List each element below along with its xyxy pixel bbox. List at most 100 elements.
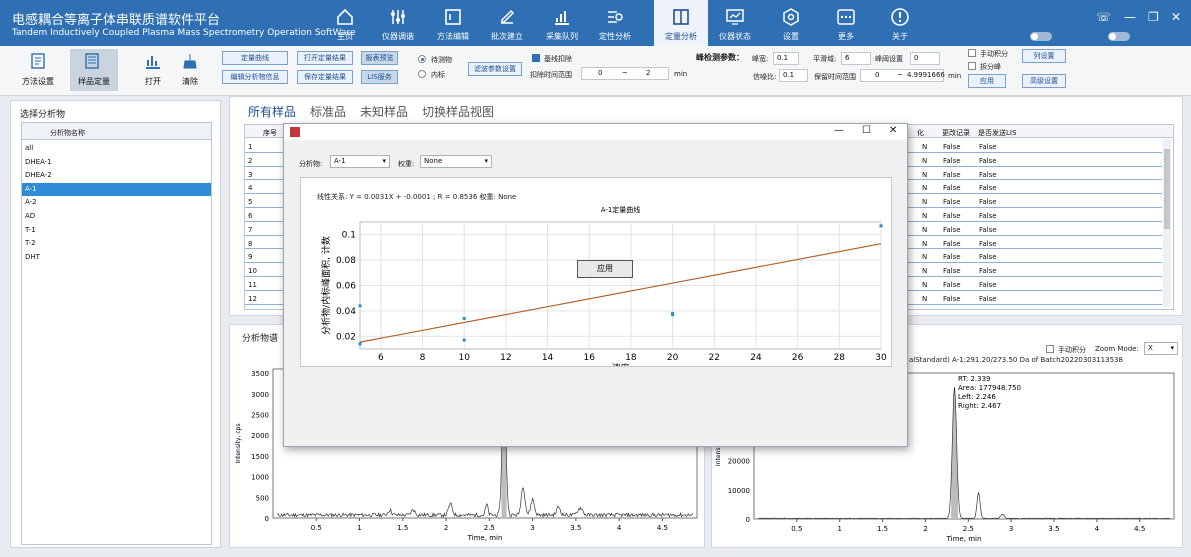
analyte-panel-title: 选择分析物	[20, 110, 66, 120]
baseline-label: 基线扣除	[544, 55, 572, 63]
regression-info: 线性关系: Y = 0.0031X + -0.0001 ; R = 0.8536…	[317, 193, 517, 201]
analyte-item[interactable]: DHEA-2	[22, 169, 211, 182]
x-tick-label: 3	[1009, 525, 1013, 533]
x-tick-label: 4.5	[657, 524, 668, 532]
table-scrollbar[interactable]	[1163, 139, 1171, 307]
analyte-item-label: A-2	[25, 198, 37, 207]
dialog-titlebar	[284, 124, 907, 140]
report-preview-button[interactable]: 报表预览	[361, 51, 398, 65]
y-tick-label: 1500	[251, 453, 269, 461]
home-icon	[337, 8, 353, 25]
manual-integration-right-checkbox[interactable]	[1046, 345, 1054, 353]
qualitative-search-icon	[608, 11, 623, 23]
curve-button[interactable]: 定量曲线	[222, 51, 288, 65]
tab-2[interactable]: 未知样品	[360, 103, 408, 120]
analyte-item[interactable]: T-1	[22, 224, 211, 237]
zoom-mode-select[interactable]: X	[1144, 342, 1178, 355]
row-hidden: N	[922, 198, 928, 207]
exclude-range-field[interactable]: 0 ~ 2	[581, 67, 669, 80]
filter-settings-button[interactable]: 滤波参数设置	[468, 62, 522, 76]
x-tick-label: 4	[1095, 525, 1100, 533]
dialog-maximize-icon[interactable]: ☐	[862, 125, 871, 136]
close-icon[interactable]: ✕	[1171, 10, 1181, 24]
nav-more-dots-button[interactable]: 更多	[819, 0, 873, 46]
data-point	[671, 313, 675, 317]
analyte-item[interactable]: A-2	[22, 196, 211, 209]
chart-title: A-1定量曲线	[601, 205, 641, 214]
nav-monitor-chart-button[interactable]: 仪器状态	[708, 0, 762, 46]
nav-quantitative-book-button[interactable]: 定量分析	[654, 0, 708, 46]
language-toggle[interactable]	[1108, 32, 1130, 41]
nav-label: 设置	[783, 32, 799, 41]
radio-internal[interactable]	[418, 70, 426, 78]
row-number: 5	[248, 198, 253, 207]
x-tick-label: 8	[420, 353, 426, 363]
nav-tuning-sliders-button[interactable]: 仪器调谐	[371, 0, 425, 46]
row-number: 10	[248, 267, 257, 276]
method-settings-button[interactable]: 方法设置	[16, 49, 60, 91]
queue-bar-icon	[555, 11, 569, 25]
lis-service-button[interactable]: LIS服务	[361, 70, 398, 84]
row-lis: False	[979, 294, 997, 303]
save-result-button[interactable]: 保存定量结果	[297, 70, 353, 84]
dialog-minimize-icon[interactable]: —	[834, 125, 844, 136]
exclude-range-label: 扣除时间范围	[530, 71, 572, 79]
edit-analyte-button[interactable]: 编辑分析物信息	[222, 70, 288, 84]
threshold-input[interactable]: 0	[910, 52, 940, 65]
manual-integration-checkbox[interactable]	[968, 49, 976, 57]
radio-analyte[interactable]	[418, 55, 426, 63]
analyte-item[interactable]: A-1	[22, 182, 211, 196]
nav-label: 定性分析	[599, 32, 631, 41]
tab-0[interactable]: 所有样品	[248, 103, 296, 120]
tab-3[interactable]: 切换样品视图	[422, 103, 494, 120]
nav-home-button[interactable]: 主页	[318, 0, 372, 46]
calibration-chart[interactable]: A-1定量曲线 6 8 10 12 14 16 18 20 22 24 26 28 30 0.02 0.04 0…	[301, 202, 891, 366]
method-edit-icon	[445, 9, 461, 25]
sn-input[interactable]: 0.1	[779, 69, 808, 82]
analyte-item[interactable]: AD	[22, 210, 211, 223]
column-settings-button[interactable]: 列设置	[1022, 49, 1066, 63]
analyte-item[interactable]: DHEA-1	[22, 156, 211, 169]
split-peak-checkbox[interactable]	[968, 62, 976, 70]
theme-toggle[interactable]	[1030, 32, 1052, 41]
x-tick-label: 18	[625, 353, 637, 363]
analyte-item[interactable]: all	[22, 142, 211, 155]
analyte-item[interactable]: T-2	[22, 237, 211, 250]
apply-button[interactable]: 应用	[968, 74, 1006, 88]
nav-batch-edit-button[interactable]: 批次建立	[480, 0, 534, 46]
y-tick-label: 2500	[251, 412, 269, 420]
advanced-settings-button[interactable]: 高级设置	[1022, 74, 1066, 88]
row-lis: False	[979, 198, 997, 207]
sample-quant-button[interactable]: 样品定量	[70, 49, 118, 91]
info-icon	[891, 8, 909, 26]
peak-width-input[interactable]: 0.1	[773, 52, 799, 65]
dialog-analyte-select[interactable]: A-1	[330, 155, 390, 168]
dialog-weight-select[interactable]: None	[420, 155, 492, 168]
dialog-close-icon[interactable]: ✕	[889, 125, 897, 136]
quantitative-book-icon	[673, 9, 689, 25]
rt-range-field[interactable]: 0 ~ 4.9991666	[860, 69, 945, 82]
nav-queue-bar-button[interactable]: 采集队列	[535, 0, 589, 46]
smooth-input[interactable]: 6	[841, 52, 871, 65]
nav-method-edit-button[interactable]: 方法编辑	[426, 0, 480, 46]
minimize-icon[interactable]: —	[1124, 10, 1136, 24]
nav-qualitative-search-button[interactable]: 定性分析	[588, 0, 642, 46]
analyte-item[interactable]: DHT	[22, 251, 211, 264]
baseline-checkbox[interactable]	[532, 54, 540, 62]
row-change: False	[943, 281, 961, 289]
y-tick-label: 10000	[728, 487, 750, 495]
radio-internal-label: 内标	[431, 71, 445, 79]
tab-1[interactable]: 标准品	[310, 103, 346, 120]
open-result-button[interactable]: 打开定量结果	[297, 51, 353, 65]
x-tick-label: 24	[750, 353, 762, 363]
clear-button[interactable]: 清除	[168, 49, 212, 91]
customer-service-icon[interactable]: ☏	[1096, 10, 1111, 24]
dialog-apply-button[interactable]: 应用	[577, 260, 633, 278]
row-number: 4	[248, 184, 253, 193]
y-tick-label: 0.08	[336, 256, 356, 266]
nav-settings-hex-button[interactable]: 设置	[764, 0, 818, 46]
analyte-item-label: T-2	[25, 239, 36, 248]
row-lis: False	[979, 253, 997, 262]
nav-info-button[interactable]: 关于	[873, 0, 927, 46]
restore-icon[interactable]: ❐	[1148, 10, 1159, 24]
